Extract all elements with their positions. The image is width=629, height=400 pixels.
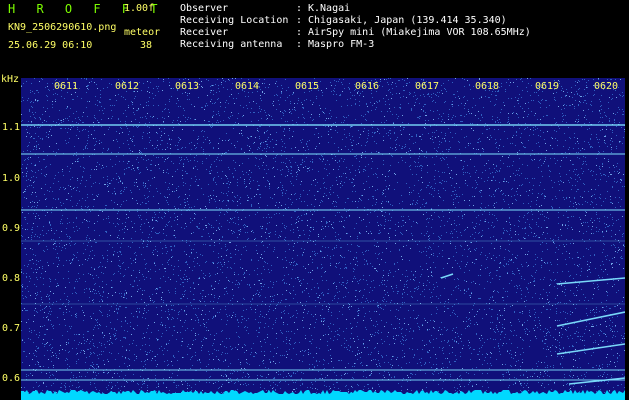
info-sep: : bbox=[296, 15, 303, 26]
app-version: 1.00f bbox=[124, 3, 155, 14]
info-value: Chigasaki, Japan (139.414 35.340) bbox=[308, 15, 507, 26]
time-tick-label: 0615 bbox=[295, 81, 320, 92]
y-axis-unit: kHz bbox=[1, 74, 20, 85]
meteor-count: 38 bbox=[140, 40, 153, 51]
info-key: Receiver bbox=[180, 27, 229, 38]
info-value: Maspro FM-3 bbox=[308, 39, 375, 50]
y-tick-label: 0.7 bbox=[2, 323, 21, 334]
date-time: 25.06.29 06:10 bbox=[8, 40, 93, 51]
y-tick-label: 1.0 bbox=[2, 173, 21, 184]
info-sep: : bbox=[296, 39, 303, 50]
info-key: Observer bbox=[180, 3, 229, 14]
info-key: Receiving Location bbox=[180, 15, 289, 26]
spectrogram-canvas bbox=[21, 78, 625, 400]
y-tick-label: 0.9 bbox=[2, 223, 21, 234]
y-tick-label: 0.6 bbox=[2, 373, 21, 384]
time-tick-label: 0616 bbox=[355, 81, 380, 92]
info-key: Receiving antenna bbox=[180, 39, 283, 50]
meteor-trace bbox=[568, 377, 625, 385]
meteor-trace bbox=[556, 277, 625, 285]
info-value: AirSpy mini (Miakejima VOR 108.65MHz) bbox=[308, 27, 531, 38]
spectrogram-plot bbox=[21, 78, 625, 400]
meteor-trace bbox=[556, 343, 625, 355]
time-tick-label: 0617 bbox=[415, 81, 440, 92]
file-name: KN9_2506290610.png bbox=[8, 22, 117, 33]
time-tick-label: 0613 bbox=[175, 81, 200, 92]
time-tick-label: 0620 bbox=[594, 81, 619, 92]
info-row-antenna: Receiving antenna: Maspro FM-3 bbox=[180, 39, 374, 52]
time-tick-label: 0611 bbox=[54, 81, 79, 92]
meteor-trace bbox=[440, 273, 454, 279]
y-tick-label: 0.8 bbox=[2, 273, 21, 284]
meteor-count-label: meteor bbox=[124, 27, 161, 38]
time-tick-label: 0614 bbox=[235, 81, 260, 92]
meteor-trace bbox=[556, 311, 625, 327]
info-sep: : bbox=[296, 27, 303, 38]
y-tick-label: 1.1 bbox=[2, 122, 21, 133]
time-tick-label: 0612 bbox=[115, 81, 140, 92]
time-tick-label: 0619 bbox=[535, 81, 560, 92]
info-value: K.Nagai bbox=[308, 3, 351, 14]
time-tick-label: 0618 bbox=[475, 81, 500, 92]
info-sep: : bbox=[296, 3, 303, 14]
baseline-bar bbox=[21, 390, 625, 400]
